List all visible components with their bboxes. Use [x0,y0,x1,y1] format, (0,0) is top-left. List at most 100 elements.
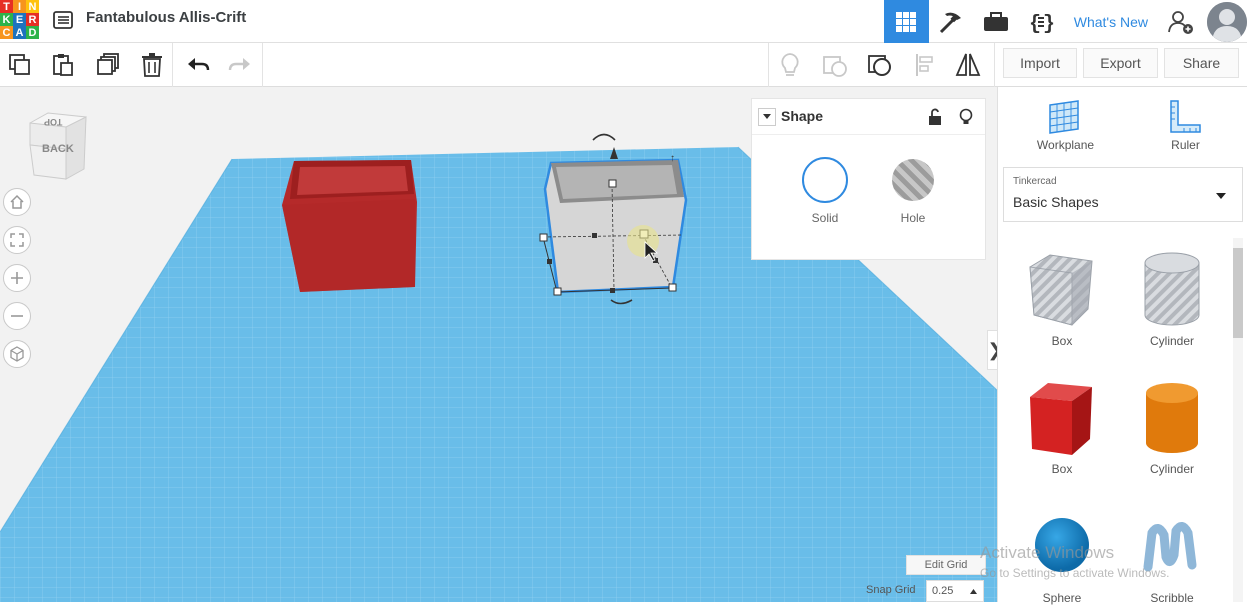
paste-button[interactable] [49,51,77,79]
library-group-label: Tinkercad [1013,176,1057,187]
copy-icon [9,54,30,75]
caret-down-icon [763,114,771,119]
logo-letter: A [13,26,26,39]
caret-up-icon [970,589,977,594]
shape-inspector-panel: Shape Solid Hole [751,98,986,260]
logo-letter: R [26,13,39,26]
activate-windows-subtitle: Go to Settings to activate Windows. [980,566,1170,580]
trash-icon [142,53,162,77]
edit-toolbar: Import Export Share [0,43,1247,87]
ungroup-shapes-icon [868,55,891,76]
viewcube-back-label: BACK [42,143,74,155]
group-button[interactable] [821,51,849,79]
shape-panel-header: Shape [752,99,985,135]
top-bar: TINKERCAD Fantabulous Allis-Crift {} Wha… [0,0,1247,43]
group-shapes-icon [823,56,847,77]
ruler-label: Ruler [1171,138,1200,152]
unlock-icon [929,108,941,125]
box-hole-icon [1029,254,1093,326]
shape-label: Cylinder [1149,334,1194,348]
ruler-icon [1170,100,1201,133]
snap-grid-value: 0.25 [932,585,954,597]
view-cube[interactable]: TOP BACK [26,109,88,183]
home-icon [10,194,24,209]
logo-letter: E [13,13,26,26]
3d-design-grid-button[interactable] [883,0,929,43]
align-button[interactable] [911,51,939,79]
box-solid-icon [1030,383,1092,455]
shape-tile-cylinder-solid[interactable]: Cylinder [1122,375,1222,485]
notes-light-button[interactable] [776,51,804,79]
cube-icon [10,346,24,362]
scrollbar-thumb[interactable] [1233,248,1243,338]
library-scrollbar[interactable] [1233,238,1243,602]
menu-list-icon[interactable] [52,9,74,31]
perspective-button[interactable] [3,340,31,368]
shape-tile-scribble[interactable]: Scribble [1122,507,1222,605]
duplicate-button[interactable] [94,51,122,79]
design-title[interactable]: Fantabulous Allis-Crift [86,9,246,26]
shape-label: Sphere [1042,591,1082,605]
export-button[interactable]: Export [1083,48,1158,78]
duplicate-icon [97,53,119,75]
undo-icon [188,58,210,71]
shape-light-button[interactable] [959,108,973,131]
shape-tile-cylinder-hole[interactable]: Cylinder [1122,245,1222,355]
home-view-button[interactable] [3,188,31,216]
viewcube-top-label: TOP [44,117,63,127]
shape-panel-title: Shape [781,108,824,124]
grid-view-icon [896,11,917,32]
logo-letter: N [26,0,39,13]
svg-text:↑: ↑ [670,153,675,164]
redo-button[interactable] [226,51,254,79]
minus-icon [11,315,23,317]
cylinder-solid-icon [1146,383,1198,453]
user-avatar-icon [1207,1,1247,42]
zoom-in-button[interactable] [3,264,31,292]
import-button[interactable]: Import [1003,48,1077,78]
snap-grid-label: Snap Grid [866,584,916,596]
copy-button[interactable] [6,51,34,79]
shape-library-dropdown[interactable]: Tinkercad Basic Shapes [1003,167,1243,222]
blocks-button[interactable] [929,0,974,43]
zoom-out-button[interactable] [3,302,31,330]
delete-button[interactable] [138,51,166,79]
mirror-icon [955,53,981,76]
fit-screen-icon [10,233,24,247]
solid-option[interactable]: Solid [800,157,850,227]
mirror-button[interactable] [954,51,982,79]
logo-letter: T [0,0,13,13]
svg-text:}: } [1043,13,1054,35]
fit-view-button[interactable] [3,226,31,254]
ruler-button[interactable]: Ruler [1148,97,1223,157]
logo-letter: K [0,13,13,26]
edit-grid-button[interactable]: Edit Grid [906,555,986,575]
workplane-icon [1049,100,1079,134]
share-button[interactable]: Share [1164,48,1239,78]
workplane-label: Workplane [1036,138,1095,152]
red-box-shape[interactable] [282,160,417,292]
ungroup-button[interactable] [866,51,894,79]
logo-letter: C [0,26,13,39]
tinkercad-logo[interactable]: TINKERCAD [0,0,40,40]
whats-new-link[interactable]: What's New [1064,14,1158,30]
shape-label: Box [1051,462,1073,476]
codeblocks-button[interactable]: {} [1019,0,1064,43]
snap-grid-select[interactable]: 0.25 [926,580,984,602]
shape-label: Box [1051,334,1073,348]
redo-icon [228,58,250,71]
collapse-shape-panel-button[interactable] [758,108,776,126]
lightbulb-icon [781,53,799,76]
shape-tile-box-hole[interactable]: Box [1012,245,1112,355]
shape-library-panel: Workplane Ruler Tinkercad Basic Shapes B… [997,87,1247,605]
paste-icon [53,54,73,76]
lock-button[interactable] [928,108,942,131]
add-user-button[interactable] [1158,0,1203,43]
avatar[interactable] [1207,1,1247,42]
shape-tile-box-solid[interactable]: Box [1012,375,1112,485]
hole-option[interactable]: Hole [888,157,938,227]
logo-letter: D [26,26,39,39]
workplane-button[interactable]: Workplane [1028,97,1103,157]
undo-button[interactable] [184,51,212,79]
lessons-button[interactable] [974,0,1019,43]
